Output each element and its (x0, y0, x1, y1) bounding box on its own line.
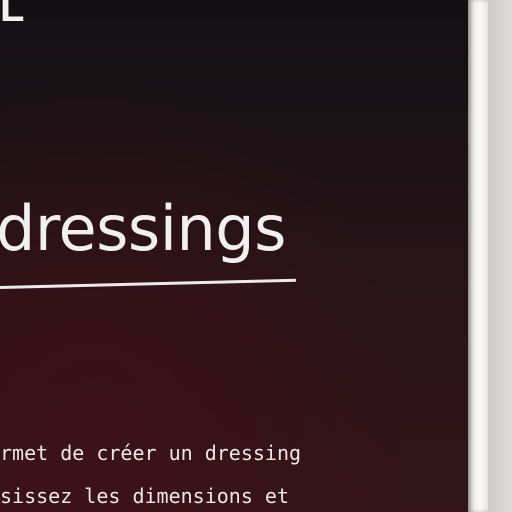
screen-panel: L dressings rmet de créer un dressing si… (0, 0, 468, 512)
background-wall (488, 0, 512, 512)
logo-mark: L (0, 0, 27, 30)
photo-of-screen: L dressings rmet de créer un dressing si… (0, 0, 512, 512)
monitor-bezel (468, 0, 488, 512)
page-title: dressings (0, 192, 286, 265)
title-underline (0, 278, 296, 289)
description-line-1: rmet de créer un dressing (0, 441, 302, 465)
description-line-2: sissez les dimensions et (0, 484, 289, 508)
